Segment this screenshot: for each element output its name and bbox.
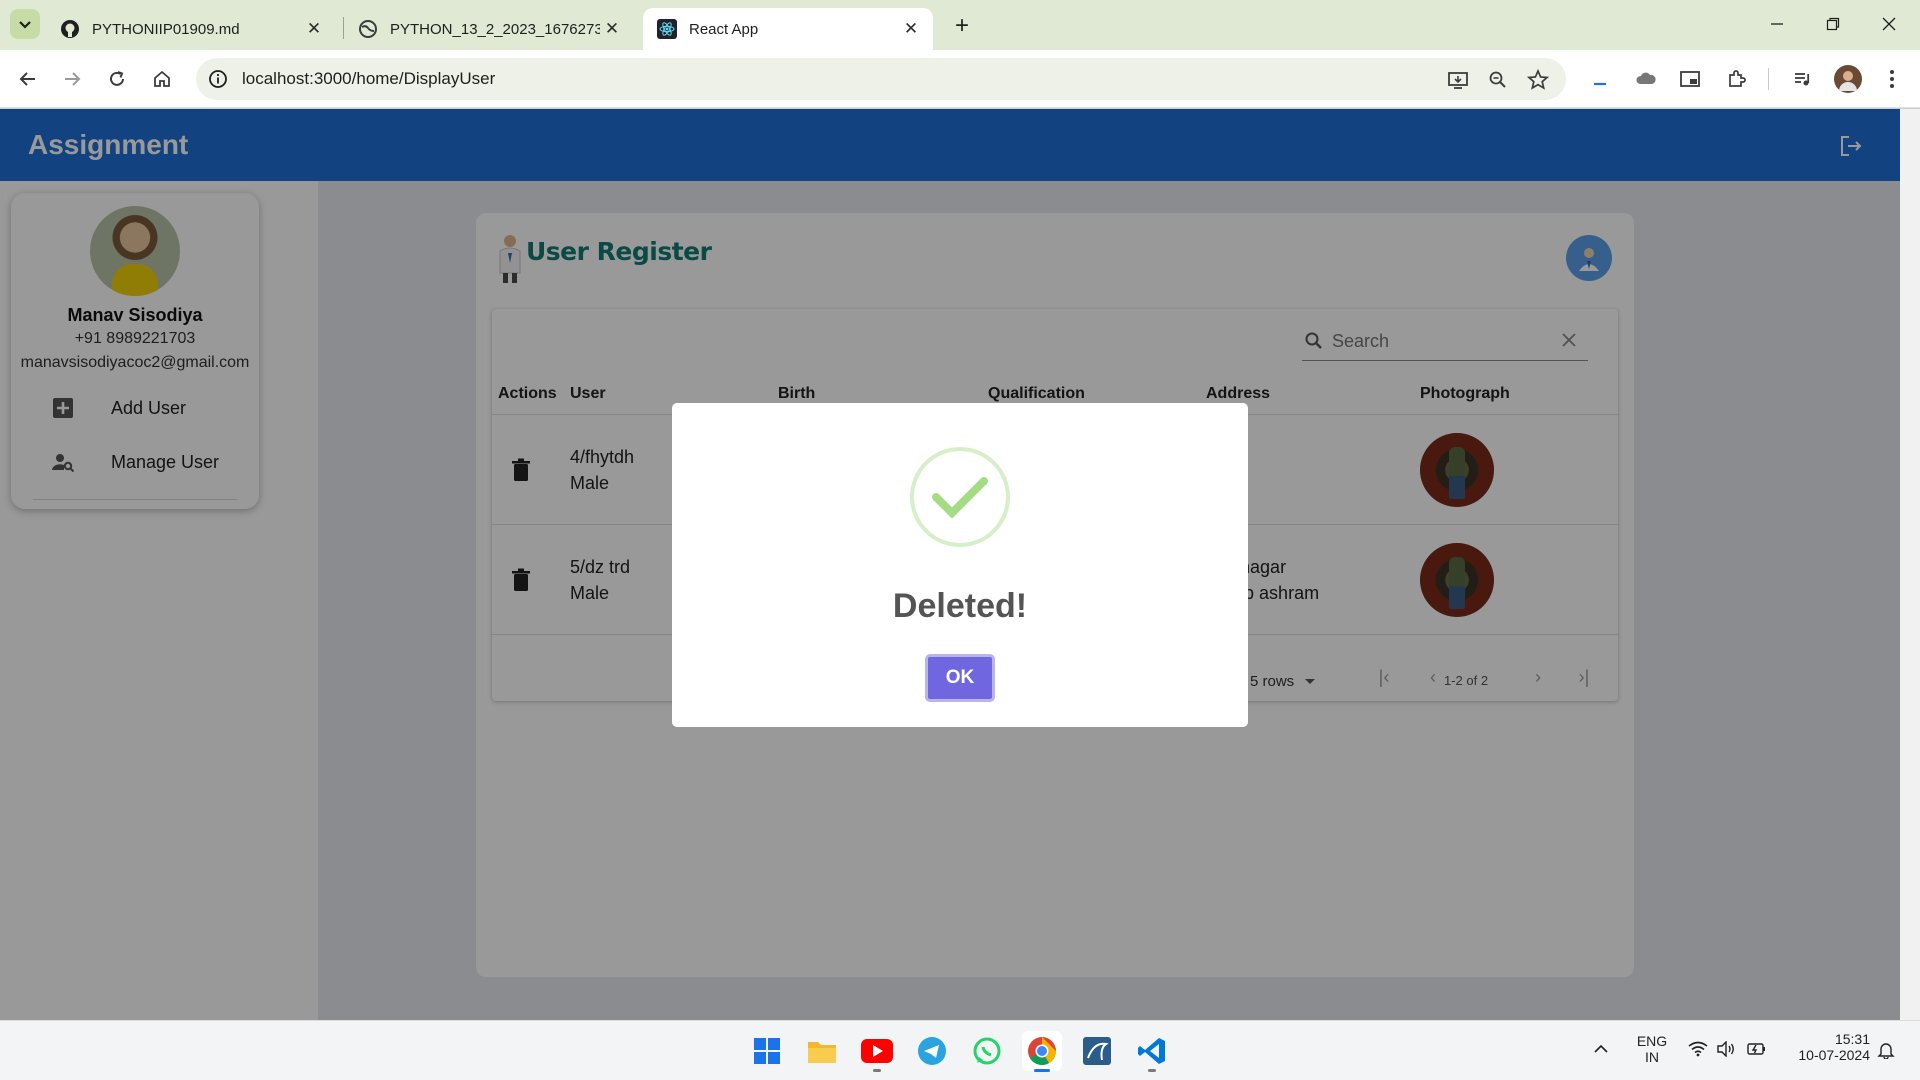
- battery-icon[interactable]: [1744, 1041, 1768, 1060]
- home-icon[interactable]: [148, 65, 176, 93]
- deleted-dialog: Deleted! OK: [672, 403, 1248, 727]
- tab-react-app[interactable]: React App ✕: [643, 8, 933, 50]
- file-explorer-icon[interactable]: [802, 1031, 842, 1071]
- media-control-icon[interactable]: [1788, 65, 1816, 93]
- chrome-icon[interactable]: [1022, 1031, 1062, 1071]
- language-code: ENG: [1636, 1033, 1668, 1049]
- new-tab-button[interactable]: +: [948, 12, 976, 40]
- site-info-icon[interactable]: [208, 69, 228, 89]
- tab-python-doc[interactable]: PYTHON_13_2_2023_16762732 ✕: [344, 8, 634, 50]
- tab-title: React App: [689, 20, 759, 38]
- tab-title: PYTHON_13_2_2023_16762732: [390, 20, 600, 38]
- github-icon: [60, 19, 80, 39]
- notification-bell-icon[interactable]: [1874, 1041, 1898, 1062]
- address-bar[interactable]: localhost:3000/home/DisplayUser: [196, 58, 1566, 100]
- close-tab-icon[interactable]: ✕: [600, 17, 624, 41]
- running-indicator: [873, 1069, 881, 1072]
- language-indicator[interactable]: ENG IN: [1628, 1033, 1676, 1065]
- active-indicator: [1034, 1069, 1050, 1072]
- clock[interactable]: 15:31 10-07-2024: [1782, 1031, 1870, 1063]
- forward-arrow-icon[interactable]: [58, 65, 86, 93]
- telegram-icon[interactable]: [912, 1031, 952, 1071]
- clock-time: 15:31: [1834, 1031, 1870, 1047]
- browser-menu-icon[interactable]: [1878, 65, 1906, 93]
- back-arrow-icon[interactable]: [14, 65, 42, 93]
- wifi-icon[interactable]: [1686, 1041, 1710, 1060]
- minimize-window-icon[interactable]: [1754, 8, 1800, 40]
- show-hidden-icons-icon[interactable]: [1590, 1041, 1612, 1057]
- bookmark-star-icon[interactable]: [1526, 68, 1550, 92]
- picture-in-picture-icon[interactable]: [1676, 65, 1704, 93]
- vscode-icon[interactable]: [1132, 1031, 1172, 1071]
- restore-window-icon[interactable]: [1810, 8, 1856, 40]
- close-tab-icon[interactable]: ✕: [899, 17, 923, 41]
- mysql-workbench-icon[interactable]: [1077, 1031, 1117, 1071]
- tab-title: PYTHONIIP01909.md: [92, 20, 240, 38]
- zoom-out-icon[interactable]: [1486, 68, 1510, 92]
- close-tab-icon[interactable]: ✕: [302, 17, 326, 41]
- dialog-title: Deleted!: [892, 587, 1028, 625]
- close-window-icon[interactable]: [1866, 8, 1912, 40]
- clock-date: 10-07-2024: [1798, 1047, 1870, 1063]
- globe-icon: [358, 19, 378, 39]
- toolbar-divider: [1768, 68, 1769, 90]
- youtube-icon[interactable]: [857, 1031, 897, 1071]
- language-region: IN: [1645, 1049, 1659, 1065]
- react-icon: [657, 19, 677, 39]
- browser-tab-bar: PYTHONIIP01909.md ✕ PYTHON_13_2_2023_167…: [0, 0, 1920, 50]
- tab-search-dropdown-icon[interactable]: [10, 9, 40, 39]
- browser-toolbar: localhost:3000/home/DisplayUser: [0, 50, 1920, 108]
- url-text[interactable]: localhost:3000/home/DisplayUser: [242, 69, 495, 89]
- windows-start-icon[interactable]: [747, 1031, 787, 1071]
- extension-minus-icon[interactable]: [1586, 65, 1614, 93]
- running-indicator: [1148, 1069, 1156, 1072]
- profile-avatar-icon[interactable]: [1834, 65, 1862, 93]
- extensions-puzzle-icon[interactable]: [1722, 65, 1750, 93]
- extension-cloud-icon[interactable]: [1632, 65, 1660, 93]
- windows-taskbar: ENG IN 15:31 10-07-2024: [0, 1020, 1920, 1080]
- tab-github[interactable]: PYTHONIIP01909.md ✕: [46, 8, 336, 50]
- whatsapp-icon[interactable]: [967, 1031, 1007, 1071]
- success-check-icon: [910, 447, 1010, 547]
- reload-icon[interactable]: [103, 65, 131, 93]
- page-scrollbar[interactable]: [1900, 109, 1920, 1020]
- volume-icon[interactable]: [1714, 1040, 1738, 1060]
- install-app-icon[interactable]: [1446, 68, 1470, 92]
- ok-button[interactable]: OK: [925, 654, 995, 702]
